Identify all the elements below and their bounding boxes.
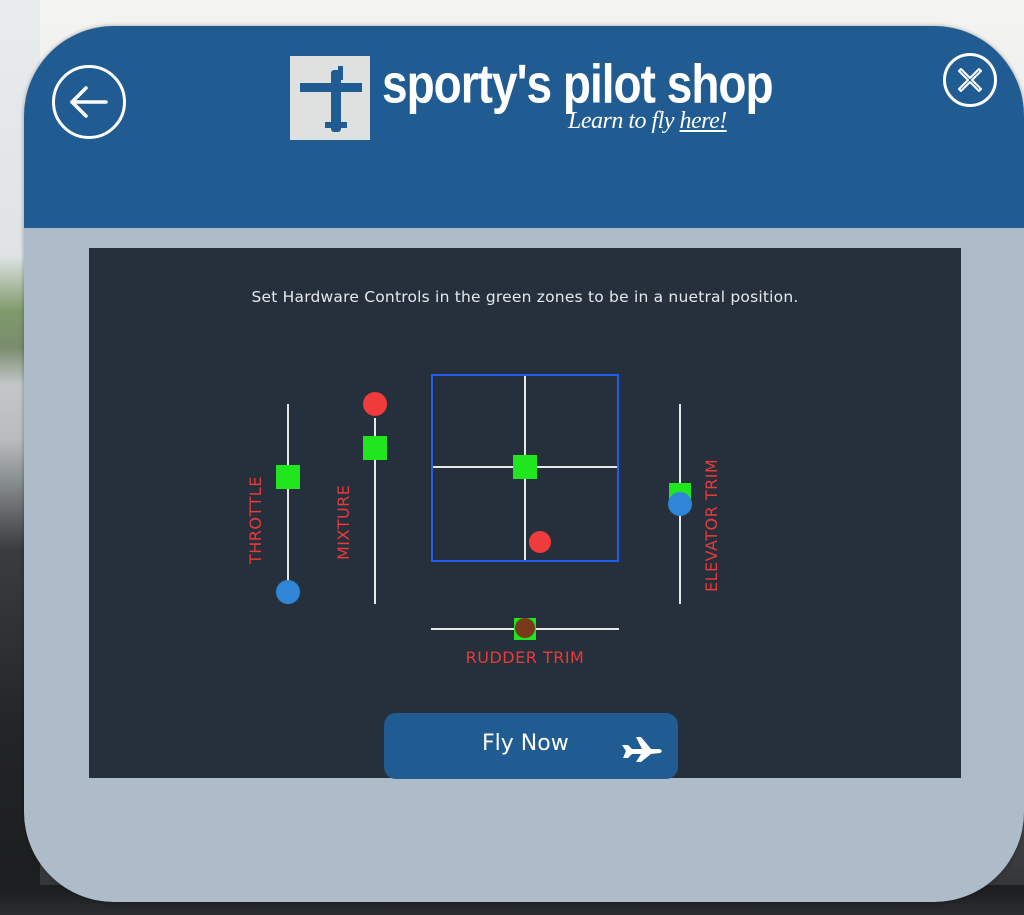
back-button[interactable] (52, 65, 126, 139)
logo-wordmark: sporty's pilot shop (382, 53, 774, 115)
hardware-calibration-dialog: sporty's pilot shop Learn to fly here! S… (24, 26, 1024, 902)
yoke-knob[interactable] (529, 531, 551, 553)
fly-now-button[interactable]: Fly Now (384, 713, 678, 779)
logo-tagline: Learn to fly here! (568, 108, 727, 135)
rudder-trim-label: RUDDER TRIM (465, 648, 585, 667)
mixture-green-zone (363, 436, 387, 460)
dialog-header: sporty's pilot shop Learn to fly here! (24, 26, 1024, 228)
close-x-icon (958, 68, 982, 92)
tagline-emphasis: here! (679, 108, 728, 134)
throttle-track (287, 404, 289, 604)
mixture-label: MIXTURE (334, 484, 353, 560)
logo-airplane-icon (300, 66, 362, 132)
tagline-prefix: Learn to fly (568, 108, 680, 134)
throttle-label: THROTTLE (246, 476, 265, 564)
logo-airplane-emblem (290, 56, 370, 140)
yoke-green-zone (513, 455, 537, 479)
sportys-logo: sporty's pilot shop Learn to fly here! (290, 53, 774, 142)
rudder-trim-knob[interactable] (515, 618, 535, 638)
elevator-trim-label: ELEVATOR TRIM (702, 458, 721, 592)
fly-now-label: Fly Now (482, 731, 569, 756)
throttle-knob[interactable] (276, 580, 300, 604)
calibration-panel: Set Hardware Controls in the green zones… (89, 248, 961, 779)
mixture-knob[interactable] (363, 392, 387, 416)
airplane-icon (622, 737, 662, 762)
elevator-trim-knob[interactable] (668, 492, 692, 516)
close-button[interactable] (943, 53, 997, 107)
controls-diagram: THROTTLE MIXTURE RUDDER TRIM ELEVATOR TR… (89, 248, 961, 778)
arrow-left-icon (70, 86, 108, 118)
throttle-green-zone (276, 465, 300, 489)
